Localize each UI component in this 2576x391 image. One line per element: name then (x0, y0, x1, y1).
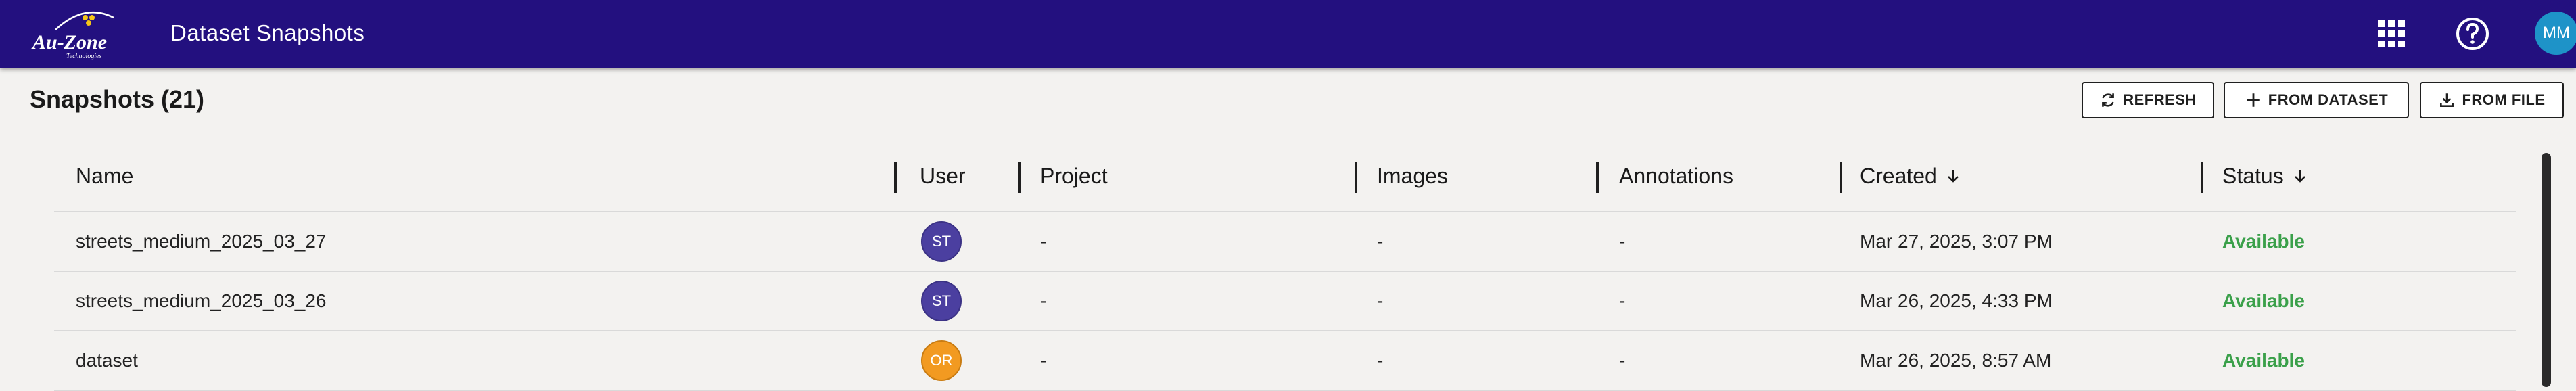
table-header: Name User Project Images Annotations Cre… (54, 142, 2516, 212)
snapshot-name: dataset (76, 350, 138, 371)
user-avatar[interactable]: MM (2535, 12, 2576, 55)
project-cell: - (1040, 290, 1047, 311)
from-dataset-label: FROM DATASET (2268, 91, 2389, 108)
apps-grid-icon[interactable] (2374, 16, 2409, 51)
from-file-button[interactable]: FROM FILE (2420, 82, 2564, 118)
images-cell: - (1377, 231, 1384, 252)
from-dataset-button[interactable]: FROM DATASET (2224, 82, 2409, 118)
logo-text: Au-Zone (32, 31, 108, 53)
project-cell: - (1040, 231, 1047, 252)
annotations-cell: - (1619, 290, 1626, 311)
images-cell: - (1377, 350, 1384, 371)
logo-mark-icon (55, 11, 114, 30)
refresh-icon (2102, 93, 2115, 107)
user-avatar[interactable]: ST (921, 281, 962, 321)
user-avatar[interactable]: OR (921, 340, 962, 381)
page-title: Snapshots (21) (30, 85, 205, 113)
status-badge: Available (2222, 290, 2305, 311)
annotations-cell: - (1619, 231, 1626, 252)
table-scrollbar[interactable] (2542, 153, 2551, 387)
column-header-created[interactable]: Created (1860, 142, 1961, 210)
plus-icon (2247, 93, 2260, 107)
created-cell: Mar 27, 2025, 3:07 PM (1860, 231, 2053, 252)
column-resize-handle[interactable] (1018, 162, 1021, 193)
app-title: Dataset Snapshots (170, 20, 365, 45)
refresh-button[interactable]: REFRESH (2082, 82, 2214, 118)
column-header-project[interactable]: Project (1040, 142, 1108, 210)
column-resize-handle[interactable] (1355, 162, 1357, 193)
sort-arrow-down-icon (1947, 170, 1959, 183)
column-header-status[interactable]: Status (2222, 142, 2308, 210)
help-icon[interactable] (2455, 16, 2490, 51)
user-avatar[interactable]: ST (921, 221, 962, 262)
column-header-name[interactable]: Name (76, 142, 133, 210)
refresh-label: REFRESH (2123, 91, 2197, 108)
app-bar: Au-Zone Technologies Dataset Snapshots M… (0, 0, 2576, 68)
snapshot-name: streets_medium_2025_03_26 (76, 290, 327, 311)
download-icon (2440, 93, 2454, 107)
created-cell: Mar 26, 2025, 4:33 PM (1860, 290, 2053, 311)
table-row[interactable]: streets_medium_2025_03_26 ST - - - Mar 2… (54, 272, 2516, 331)
table-row[interactable]: dataset OR - - - Mar 26, 2025, 8:57 AM A… (54, 331, 2516, 391)
sort-arrow-down-icon (2294, 170, 2305, 183)
created-cell: Mar 26, 2025, 8:57 AM (1860, 350, 2052, 371)
column-resize-handle[interactable] (894, 162, 897, 193)
images-cell: - (1377, 290, 1384, 311)
column-resize-handle[interactable] (1840, 162, 1842, 193)
status-badge: Available (2222, 231, 2305, 252)
snapshots-table: Name User Project Images Annotations Cre… (54, 142, 2516, 391)
snapshot-name: streets_medium_2025_03_27 (76, 231, 327, 252)
column-resize-handle[interactable] (2201, 162, 2203, 193)
from-file-label: FROM FILE (2462, 91, 2546, 108)
table-row[interactable]: streets_medium_2025_03_27 ST - - - Mar 2… (54, 212, 2516, 272)
column-resize-handle[interactable] (1596, 162, 1599, 193)
logo-subtext: Technologies (66, 53, 102, 60)
annotations-cell: - (1619, 350, 1626, 371)
company-logo[interactable]: Au-Zone Technologies (27, 7, 115, 62)
status-badge: Available (2222, 350, 2305, 371)
column-header-user[interactable]: User (920, 142, 966, 210)
column-header-annotations[interactable]: Annotations (1619, 142, 1733, 210)
column-header-images[interactable]: Images (1377, 142, 1448, 210)
project-cell: - (1040, 350, 1047, 371)
